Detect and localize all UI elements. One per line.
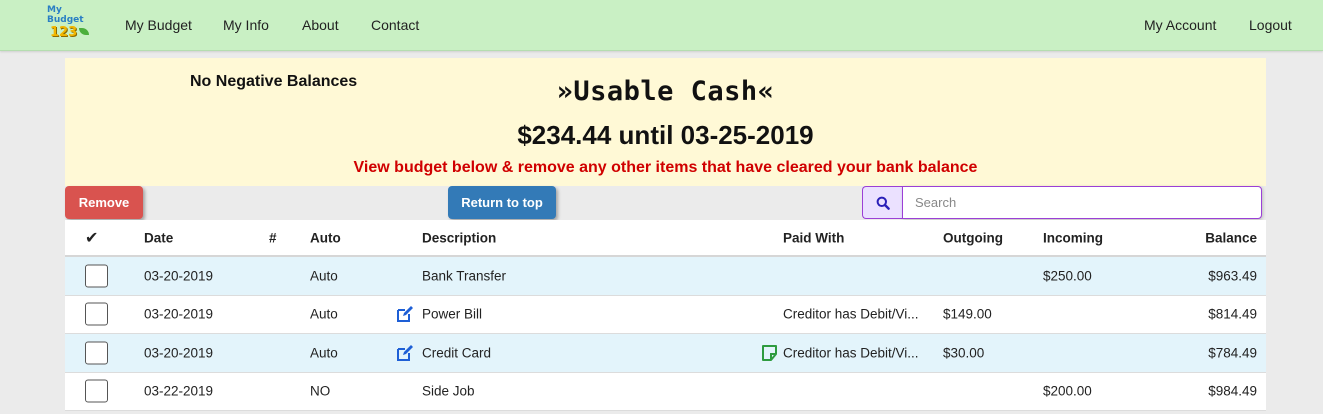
row-checkbox-cell <box>85 302 108 326</box>
nav-contact[interactable]: Contact <box>371 17 419 33</box>
row-date: 03-20-2019 <box>144 345 214 361</box>
header-incoming[interactable]: Incoming <box>1043 230 1103 245</box>
row-checkbox-cell <box>85 264 108 288</box>
my-budget-123-logo[interactable]: My Budget 123 <box>46 4 92 44</box>
row-description: Bank Transfer <box>422 268 507 284</box>
usable-cash-panel: No Negative Balances »Usable Cash« $234.… <box>65 58 1266 186</box>
select-all-check-icon[interactable]: ✔ <box>85 228 98 248</box>
table-row[interactable]: 03-20-2019 Auto Bank Transfer $250.00 $9… <box>65 257 1266 296</box>
row-checkbox-cell <box>85 379 108 403</box>
usable-cash-title: »Usable Cash« <box>556 76 775 107</box>
row-checkbox[interactable] <box>85 302 108 326</box>
row-paid-with: Creditor has Debit/Vi... <box>783 345 919 361</box>
leaf-icon <box>79 28 89 35</box>
row-paid-with: Creditor has Debit/Vi... <box>783 306 919 322</box>
row-balance: $984.49 <box>1208 383 1257 399</box>
row-incoming: $250.00 <box>1043 268 1092 284</box>
header-outgoing[interactable]: Outgoing <box>943 230 1003 245</box>
row-outgoing: $149.00 <box>943 306 992 322</box>
table-row[interactable]: 03-22-2019 NO Side Job $200.00 $984.49 <box>65 372 1266 411</box>
search-icon <box>876 196 890 210</box>
row-balance: $784.49 <box>1208 345 1257 361</box>
edit-icon[interactable] <box>396 344 414 362</box>
header-date[interactable]: Date <box>144 230 173 245</box>
row-date: 03-22-2019 <box>144 383 214 399</box>
return-to-top-button[interactable]: Return to top <box>448 186 556 219</box>
row-auto: Auto <box>310 345 338 361</box>
nav-my-budget[interactable]: My Budget <box>125 17 192 33</box>
row-checkbox[interactable] <box>85 341 108 365</box>
row-balance: $963.49 <box>1208 268 1257 284</box>
header-paid-with[interactable]: Paid With <box>783 230 927 245</box>
row-auto: Auto <box>310 306 338 322</box>
usable-cash-amount: $234.44 until 03-25-2019 <box>517 120 814 150</box>
edit-icon[interactable] <box>396 305 414 323</box>
budget-table: ✔ Date # Auto Description Paid With Outg… <box>65 220 1266 411</box>
nav-logout[interactable]: Logout <box>1249 17 1292 33</box>
row-description: Side Job <box>422 383 475 399</box>
row-outgoing: $30.00 <box>943 345 985 361</box>
logo-line-1: My <box>47 5 62 15</box>
row-incoming: $200.00 <box>1043 383 1092 399</box>
nav-my-account[interactable]: My Account <box>1144 17 1216 33</box>
search-group <box>862 186 1262 219</box>
remove-button[interactable]: Remove <box>65 186 143 219</box>
row-auto: NO <box>310 383 331 399</box>
cleared-items-hint: View budget below & remove any other ite… <box>353 159 978 176</box>
search-input[interactable] <box>902 186 1262 219</box>
header-number[interactable]: # <box>269 230 277 245</box>
logo-line-2: Budget <box>47 15 84 25</box>
nav-about[interactable]: About <box>302 17 339 33</box>
header-balance[interactable]: Balance <box>1205 230 1257 245</box>
header-auto[interactable]: Auto <box>310 230 341 245</box>
search-button[interactable] <box>862 186 902 219</box>
row-checkbox-cell <box>85 341 108 365</box>
navbar: My Budget 123 My Budget My Info About Co… <box>0 0 1323 51</box>
logo-line-3: 123 <box>50 25 78 40</box>
row-checkbox[interactable] <box>85 264 108 288</box>
table-header-row: ✔ Date # Auto Description Paid With Outg… <box>65 220 1266 257</box>
nav-my-info[interactable]: My Info <box>223 17 269 33</box>
row-auto: Auto <box>310 268 338 284</box>
row-date: 03-20-2019 <box>144 306 214 322</box>
row-checkbox[interactable] <box>85 379 108 403</box>
table-row[interactable]: 03-20-2019 Auto Credit Card Creditor has… <box>65 334 1266 373</box>
row-description: Power Bill <box>422 306 483 322</box>
row-description: Credit Card <box>422 345 492 361</box>
row-balance: $814.49 <box>1208 306 1257 322</box>
header-description[interactable]: Description <box>422 230 496 245</box>
note-icon[interactable] <box>761 344 779 362</box>
row-date: 03-20-2019 <box>144 268 214 284</box>
toolbar: Remove Return to top <box>65 186 1266 220</box>
table-row[interactable]: 03-20-2019 Auto Power Bill Creditor has … <box>65 295 1266 334</box>
